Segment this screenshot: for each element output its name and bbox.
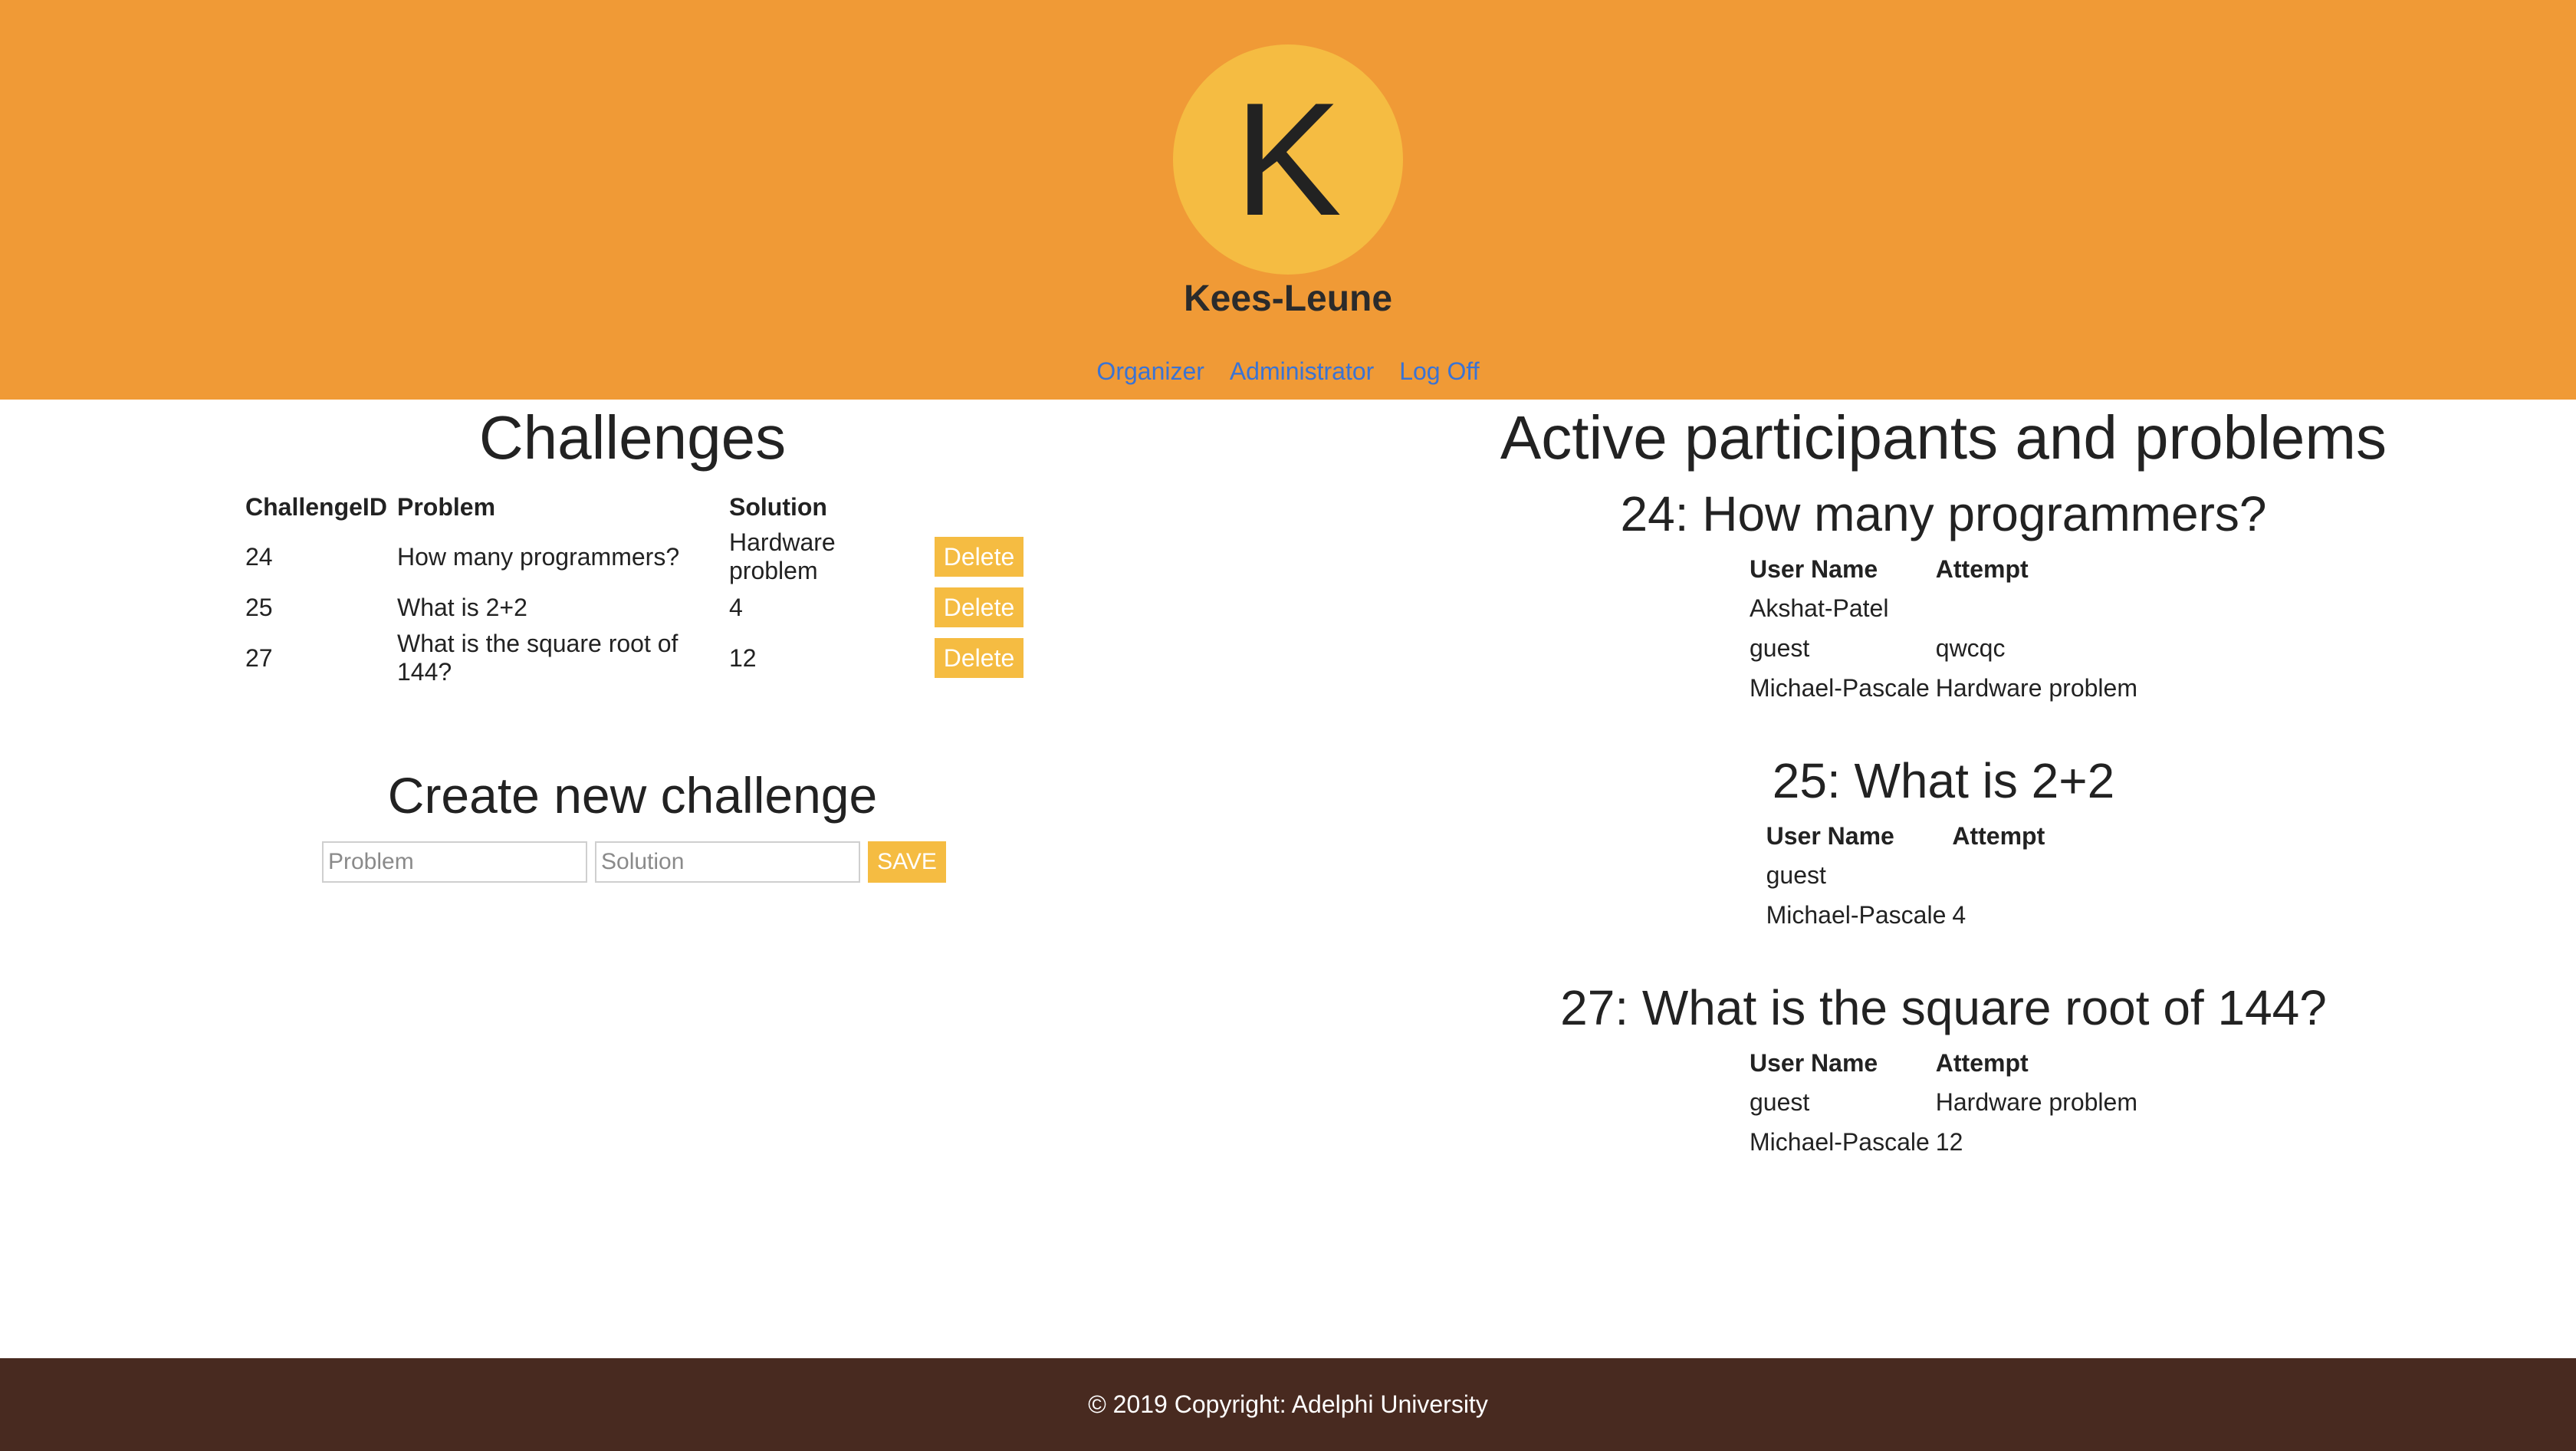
column-header-user-name: User Name — [1766, 821, 1894, 850]
challenges-table: ChallengeID Problem Solution 24 How many… — [242, 485, 1027, 686]
problem-group-24: 24: How many programmers? User Name Atte… — [1411, 485, 2476, 708]
copyright-text: © 2019 Copyright: Adelphi University — [1088, 1390, 1488, 1418]
table-row: Akshat-Patel — [1746, 588, 2141, 628]
attempt — [1949, 855, 2124, 895]
user-name: Akshat-Patel — [1750, 594, 1889, 622]
challenge-problem: What is 2+2 — [397, 593, 527, 621]
challenge-action-cell: Delete — [932, 630, 1027, 686]
avatar: K — [1173, 44, 1403, 275]
delete-button[interactable]: Delete — [935, 537, 1024, 577]
problem-heading: 27: What is the square root of 144? — [1560, 980, 2327, 1035]
delete-button[interactable]: Delete — [935, 587, 1024, 627]
attempts-table: User Name Attempt Akshat-Patel guest qwc… — [1746, 550, 2141, 708]
nav-link-organizer[interactable]: Organizer — [1096, 357, 1204, 385]
nav-links: Organizer Administrator Log Off — [0, 357, 2576, 386]
save-button[interactable]: SAVE — [868, 841, 946, 883]
challenge-solution: 4 — [729, 593, 743, 621]
user-name: guest — [1766, 860, 1826, 889]
active-participants-title: Active participants and problems — [1500, 403, 2387, 472]
user-name: guest — [1750, 1087, 1810, 1116]
attempts-table: User Name Attempt guest Michael-Pascale … — [1763, 817, 2124, 935]
delete-button[interactable]: Delete — [935, 638, 1024, 678]
challenge-solution: Hardware problem — [729, 528, 836, 584]
nav-link-administrator[interactable]: Administrator — [1230, 357, 1375, 385]
solution-input[interactable] — [595, 841, 860, 883]
create-challenge-title: Create new challenge — [387, 767, 878, 824]
column-header-attempt: Attempt — [1935, 1048, 2029, 1077]
attempt: qwcqc — [1935, 633, 2006, 662]
profile-header: K Kees-Leune Organizer Administrator Log… — [0, 0, 2576, 400]
challenge-action-cell: Delete — [932, 528, 1027, 585]
table-header-row: User Name Attempt — [1746, 1044, 2141, 1082]
column-header-challenge-id: ChallengeID — [245, 492, 387, 521]
attempt: Hardware problem — [1935, 1087, 2137, 1116]
table-row: 27 What is the square root of 144? 12 De… — [242, 630, 1027, 686]
user-name: guest — [1750, 633, 1810, 662]
table-row: 25 What is 2+2 4 Delete — [242, 585, 1027, 630]
user-name: Michael-Pascale — [1750, 1127, 1930, 1156]
challenge-id: 27 — [245, 643, 273, 672]
problem-group-25: 25: What is 2+2 User Name Attempt guest … — [1411, 752, 2476, 935]
challenge-solution: 12 — [729, 643, 757, 672]
username: Kees-Leune — [1183, 278, 1393, 319]
problem-group-27: 27: What is the square root of 144? User… — [1411, 979, 2476, 1162]
table-row: guest Hardware problem — [1746, 1082, 2141, 1122]
user-name: Michael-Pascale — [1766, 900, 1947, 929]
problem-input[interactable] — [322, 841, 587, 883]
challenge-problem: What is the square root of 144? — [397, 630, 678, 686]
attempt: 12 — [1935, 1127, 1963, 1156]
attempt — [1933, 588, 2141, 628]
table-row: Michael-Pascale 4 — [1763, 895, 2124, 935]
problem-heading: 24: How many programmers? — [1620, 486, 2267, 541]
column-header-solution: Solution — [729, 492, 827, 521]
challenge-problem: How many programmers? — [397, 542, 680, 571]
nav-link-log-off[interactable]: Log Off — [1399, 357, 1479, 385]
problem-heading: 25: What is 2+2 — [1772, 753, 2115, 808]
table-row: Michael-Pascale Hardware problem — [1746, 668, 2141, 708]
column-header-user-name: User Name — [1750, 554, 1878, 583]
challenge-id: 24 — [245, 542, 273, 571]
challenge-action-cell: Delete — [932, 585, 1027, 630]
challenge-id: 25 — [245, 593, 273, 621]
column-header-action — [932, 485, 1027, 528]
table-row: guest qwcqc — [1746, 628, 2141, 668]
table-header-row: ChallengeID Problem Solution — [242, 485, 1027, 528]
column-header-attempt: Attempt — [1952, 821, 2045, 850]
table-header-row: User Name Attempt — [1746, 550, 2141, 588]
table-row: 24 How many programmers? Hardware proble… — [242, 528, 1027, 585]
attempt: 4 — [1952, 900, 1967, 929]
challenges-title: Challenges — [478, 403, 787, 472]
attempt: Hardware problem — [1935, 673, 2137, 702]
create-challenge-form: SAVE — [322, 841, 946, 883]
column-header-attempt: Attempt — [1935, 554, 2029, 583]
attempts-table: User Name Attempt guest Hardware problem… — [1746, 1044, 2141, 1162]
column-header-problem: Problem — [397, 492, 496, 521]
footer: © 2019 Copyright: Adelphi University — [0, 1358, 2576, 1451]
column-header-user-name: User Name — [1750, 1048, 1878, 1077]
table-row: Michael-Pascale 12 — [1746, 1122, 2141, 1162]
table-header-row: User Name Attempt — [1763, 817, 2124, 855]
table-row: guest — [1763, 855, 2124, 895]
user-name: Michael-Pascale — [1750, 673, 1930, 702]
